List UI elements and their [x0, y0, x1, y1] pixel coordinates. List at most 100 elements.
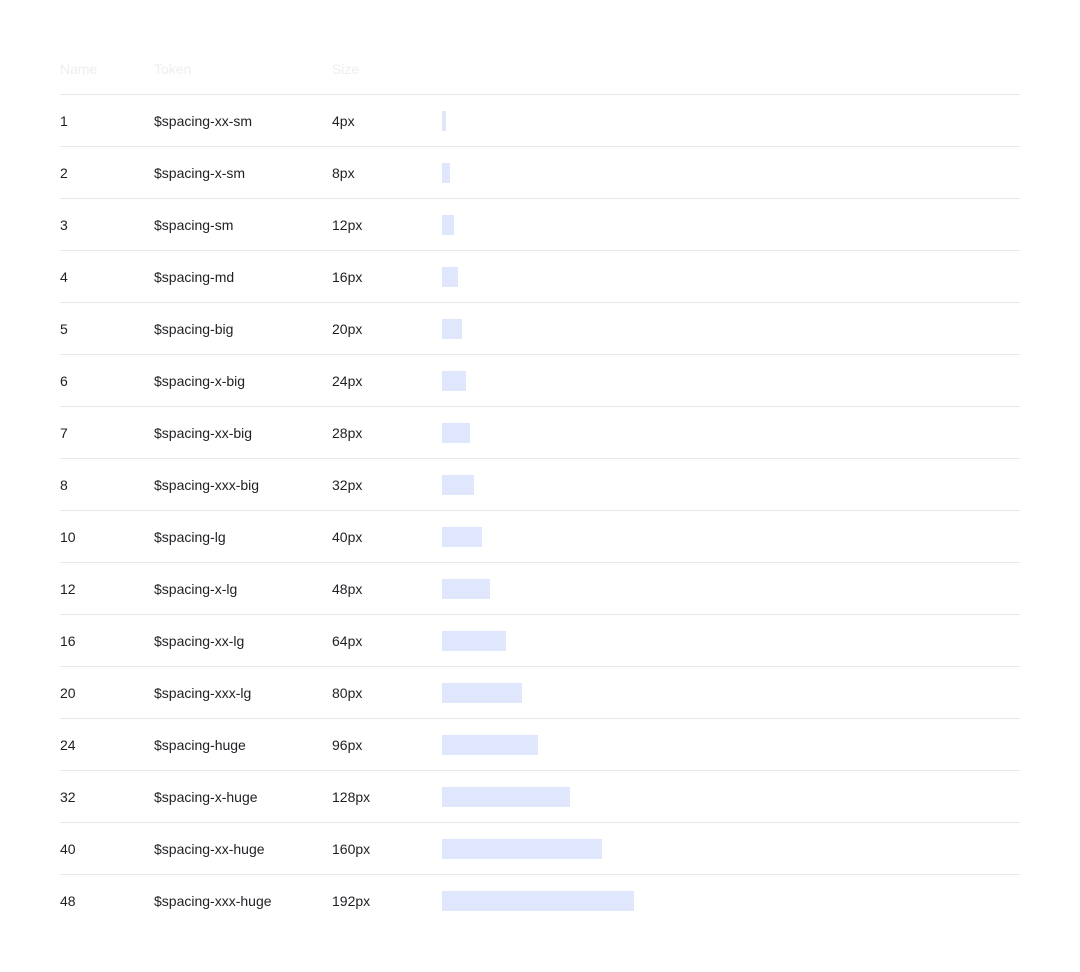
spacing-name: 4: [60, 268, 68, 285]
table-row: 2 $spacing-x-sm 8px: [60, 147, 1020, 199]
header-name: Name: [60, 61, 98, 77]
spacing-token: $spacing-big: [154, 320, 234, 337]
spacing-preview: [442, 734, 1020, 755]
spacing-name: 16: [60, 632, 76, 649]
spacing-preview: [442, 891, 1020, 911]
spacing-bar: [442, 891, 634, 911]
spacing-size: 48px: [332, 580, 363, 597]
table-row: 3 $spacing-sm 12px: [60, 199, 1020, 251]
spacing-bar: [442, 682, 522, 703]
spacing-size: 128px: [332, 788, 371, 805]
table-row: 8 $spacing-xxx-big 32px: [60, 459, 1020, 511]
spacing-name: 5: [60, 320, 68, 337]
spacing-bar: [442, 734, 538, 755]
spacing-name: 2: [60, 164, 68, 181]
spacing-bar: [442, 370, 466, 391]
spacing-bar: [442, 318, 462, 339]
spacing-token: $spacing-xx-huge: [154, 840, 265, 857]
table-row: 10 $spacing-lg 40px: [60, 511, 1020, 563]
spacing-token: $spacing-lg: [154, 528, 226, 545]
spacing-size: 4px: [332, 112, 355, 129]
spacing-bar: [442, 526, 482, 547]
table-row: 4 $spacing-md 16px: [60, 251, 1020, 303]
spacing-bar: [442, 162, 450, 183]
spacing-preview: [442, 214, 1020, 235]
spacing-bar: [442, 422, 470, 443]
header-size: Size: [332, 61, 360, 77]
spacing-token: $spacing-x-big: [154, 372, 246, 389]
table-row: 6 $spacing-x-big 24px: [60, 355, 1020, 407]
spacing-token: $spacing-xxx-big: [154, 476, 260, 493]
spacing-bar: [442, 110, 446, 131]
spacing-preview: [442, 110, 1020, 131]
table-header: Name Token Size: [60, 44, 1020, 95]
table-body: 1 $spacing-xx-sm 4px 2 $spacing-x-sm 8px 3 $spa…: [60, 95, 1020, 927]
spacing-size: 28px: [332, 424, 363, 441]
spacing-size: 96px: [332, 736, 363, 753]
spacing-name: 32: [60, 788, 76, 805]
table-row: 16 $spacing-xx-lg 64px: [60, 615, 1020, 667]
spacing-preview: [442, 422, 1020, 443]
table-row: 20 $spacing-xxx-lg 80px: [60, 667, 1020, 719]
spacing-bar: [442, 578, 490, 599]
spacing-token: $spacing-xxx-lg: [154, 684, 252, 701]
spacing-name: 3: [60, 216, 68, 233]
spacing-name: 24: [60, 736, 76, 753]
spacing-table: Name Token Size 1 $spacing-xx-sm 4px 2 $spac…: [60, 44, 1020, 927]
spacing-bar: [442, 214, 454, 235]
spacing-preview: [442, 838, 1020, 859]
spacing-size: 64px: [332, 632, 363, 649]
spacing-preview: [442, 370, 1020, 391]
spacing-size: 80px: [332, 684, 363, 701]
spacing-name: 6: [60, 372, 68, 389]
spacing-preview: [442, 682, 1020, 703]
spacing-preview: [442, 318, 1020, 339]
spacing-size: 12px: [332, 216, 363, 233]
spacing-token: $spacing-huge: [154, 736, 246, 753]
table-row: 7 $spacing-xx-big 28px: [60, 407, 1020, 459]
spacing-token: $spacing-xx-sm: [154, 112, 253, 129]
spacing-size: 160px: [332, 840, 371, 857]
spacing-token: $spacing-sm: [154, 216, 234, 233]
spacing-size: 16px: [332, 268, 363, 285]
spacing-preview: [442, 526, 1020, 547]
table-row: 24 $spacing-huge 96px: [60, 719, 1020, 771]
spacing-name: 8: [60, 476, 68, 493]
spacing-preview: [442, 266, 1020, 287]
spacing-name: 20: [60, 684, 76, 701]
spacing-token: $spacing-xxx-huge: [154, 893, 272, 909]
table-row: 40 $spacing-xx-huge 160px: [60, 823, 1020, 875]
spacing-token: $spacing-x-huge: [154, 788, 258, 805]
table-row: 48 $spacing-xxx-huge 192px: [60, 875, 1020, 927]
spacing-bar: [442, 474, 474, 495]
table-row: 1 $spacing-xx-sm 4px: [60, 95, 1020, 147]
header-token: Token: [154, 61, 192, 77]
spacing-size: 192px: [332, 893, 371, 909]
table-row: 32 $spacing-x-huge 128px: [60, 771, 1020, 823]
spacing-size: 20px: [332, 320, 363, 337]
spacing-preview: [442, 474, 1020, 495]
spacing-preview: [442, 578, 1020, 599]
spacing-name: 48: [60, 893, 76, 909]
spacing-bar: [442, 786, 570, 807]
spacing-size: 8px: [332, 164, 355, 181]
spacing-name: 7: [60, 424, 68, 441]
spacing-preview: [442, 630, 1020, 651]
spacing-name: 10: [60, 528, 76, 545]
spacing-size: 24px: [332, 372, 363, 389]
spacing-name: 1: [60, 112, 68, 129]
spacing-bar: [442, 266, 458, 287]
spacing-name: 40: [60, 840, 76, 857]
spacing-preview: [442, 786, 1020, 807]
spacing-token: $spacing-md: [154, 268, 235, 285]
spacing-bar: [442, 630, 506, 651]
spacing-size: 40px: [332, 528, 363, 545]
spacing-name: 12: [60, 580, 76, 597]
spacing-size: 32px: [332, 476, 363, 493]
table-row: 5 $spacing-big 20px: [60, 303, 1020, 355]
spacing-bar: [442, 838, 602, 859]
table-row: 12 $spacing-x-lg 48px: [60, 563, 1020, 615]
spacing-token: $spacing-x-lg: [154, 580, 238, 597]
spacing-token: $spacing-xx-lg: [154, 632, 245, 649]
spacing-preview: [442, 162, 1020, 183]
